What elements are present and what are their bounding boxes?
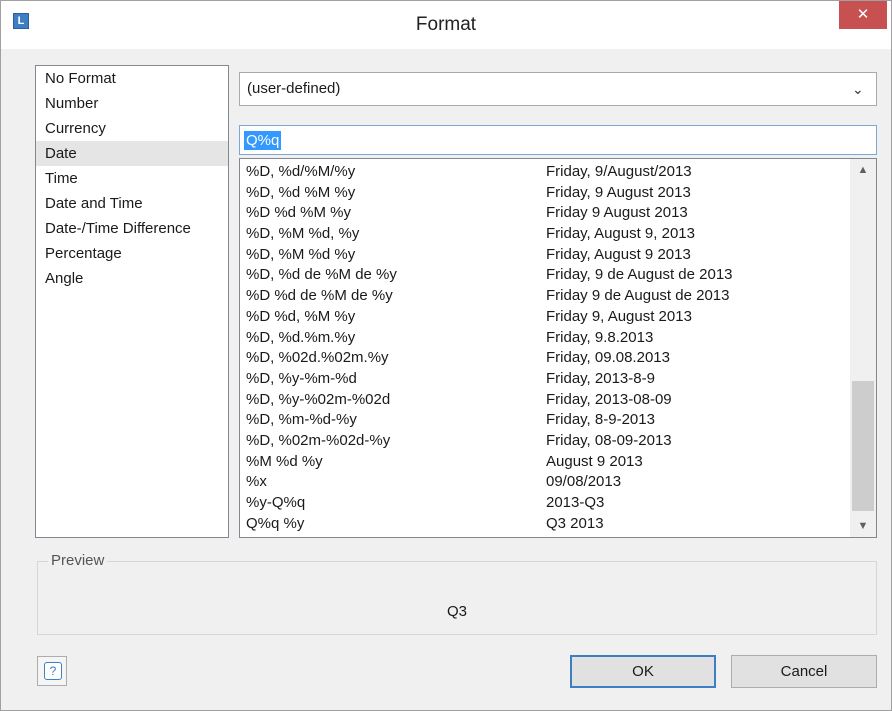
format-example: Friday, August 9, 2013 xyxy=(546,225,695,243)
format-code: %D, %d.%m.%y xyxy=(246,328,356,346)
format-example: Friday, 9 August 2013 xyxy=(546,183,691,201)
close-button[interactable]: ✕ xyxy=(839,1,887,29)
format-example: Friday, 9 de August de 2013 xyxy=(546,266,733,284)
scroll-thumb[interactable] xyxy=(852,381,874,511)
format-row[interactable]: %D, %02d.%02m.%y Friday, 09.08.2013 xyxy=(240,348,852,369)
format-code: %D, %02m-%02d-%y xyxy=(246,431,391,449)
format-row[interactable]: %D, %M %d %y Friday, August 9 2013 xyxy=(240,245,852,266)
category-item[interactable]: Date and Time xyxy=(36,191,228,216)
format-example: August 9 2013 xyxy=(546,452,643,470)
format-code: %D, %M %d, %y xyxy=(246,225,360,243)
scroll-up-arrow-icon[interactable]: ▲ xyxy=(850,159,876,181)
format-example: Friday, August 9 2013 xyxy=(546,245,691,263)
format-example: Friday, 9.8.2013 xyxy=(546,328,654,346)
preview-value: Q3 xyxy=(446,603,467,620)
format-rows: %D, %d/%M/%y Friday, 9/August/2013 %D, %d … xyxy=(240,162,852,534)
format-row[interactable]: %D, %y-%02m-%02d Friday, 2013-08-09 xyxy=(240,390,852,411)
format-row[interactable]: %D %d %M %y Friday 9 August 2013 xyxy=(240,203,852,224)
format-example: Friday 9, August 2013 xyxy=(546,307,692,325)
format-code: %D %d, %M %y xyxy=(246,307,356,325)
format-preset-value: (user-defined) xyxy=(247,80,341,97)
category-item[interactable]: Currency xyxy=(36,116,228,141)
title-bar: L Format ✕ xyxy=(1,1,891,49)
format-row[interactable]: %D, %d.%m.%y Friday, 9.8.2013 xyxy=(240,328,852,349)
format-code: %y-Q%q xyxy=(246,494,306,511)
category-item[interactable]: No Format xyxy=(36,66,228,91)
format-preset-dropdown[interactable]: (user-defined) ⌄ xyxy=(239,72,877,106)
format-row[interactable]: %D, %02m-%02d-%y Friday, 08-09-2013 xyxy=(240,431,852,452)
category-item[interactable]: Percentage xyxy=(36,241,228,266)
format-code: %D, %d de %M de %y xyxy=(246,266,397,284)
format-row[interactable]: %D, %y-%m-%d Friday, 2013-8-9 xyxy=(240,369,852,390)
format-code: %M %d %y xyxy=(246,452,323,470)
format-code: %x xyxy=(246,473,267,491)
category-item[interactable]: Time xyxy=(36,166,228,191)
format-row[interactable]: %D %d, %M %y Friday 9, August 2013 xyxy=(240,307,852,328)
format-list-scrollbar[interactable]: ▲ ▼ xyxy=(850,159,876,537)
format-code-value: Q%q xyxy=(244,131,282,150)
category-list[interactable]: No Format Number Currency Date Time Date and … xyxy=(35,65,229,538)
format-row[interactable]: %D %d de %M de %y Friday 9 de August de 2… xyxy=(240,286,852,307)
format-code: %D, %M %d %y xyxy=(246,245,356,263)
format-example: 2013-Q3 xyxy=(546,494,605,511)
format-example: Friday, 2013-08-09 xyxy=(546,390,672,408)
format-code: %D, %y-%02m-%02d xyxy=(246,390,391,408)
format-row[interactable]: %M %d %y August 9 2013 xyxy=(240,452,852,473)
format-example: Q3 2013 xyxy=(546,514,604,532)
format-row[interactable]: %D, %d de %M de %y Friday, 9 de August de… xyxy=(240,265,852,286)
format-example: Friday, 9/August/2013 xyxy=(546,163,692,180)
format-row[interactable]: %x 09/08/2013 xyxy=(240,472,852,493)
preview-group: Preview Q3 xyxy=(37,552,877,635)
format-code: %D, %d/%M/%y xyxy=(246,163,356,180)
format-row[interactable]: %D, %M %d, %y Friday, August 9, 2013 xyxy=(240,224,852,245)
format-example: Friday 9 August 2013 xyxy=(546,204,688,222)
cancel-button[interactable]: Cancel xyxy=(731,655,877,688)
help-icon: ? xyxy=(44,662,62,680)
format-list[interactable]: %D, %d/%M/%y Friday, 9/August/2013 %D, %d … xyxy=(239,158,877,538)
format-row[interactable]: %D, %d %M %y Friday, 9 August 2013 xyxy=(240,183,852,204)
format-example: Friday, 8-9-2013 xyxy=(546,411,655,429)
format-example: Friday, 09.08.2013 xyxy=(546,349,670,367)
format-example: Friday 9 de August de 2013 xyxy=(546,287,730,305)
format-row[interactable]: %D, %d/%M/%y Friday, 9/August/2013 xyxy=(240,162,852,183)
category-item[interactable]: Number xyxy=(36,91,228,116)
format-example: Friday, 08-09-2013 xyxy=(546,431,672,449)
format-example: Friday, 2013-8-9 xyxy=(546,369,655,387)
dialog-title: Format xyxy=(415,14,477,35)
format-code: Q%q %y xyxy=(246,514,305,532)
format-row[interactable]: %y-Q%q 2013-Q3 xyxy=(240,493,852,514)
format-example: 09/08/2013 xyxy=(546,473,622,491)
format-row[interactable]: Q%q %y Q3 2013 xyxy=(240,514,852,535)
category-item[interactable]: Date xyxy=(36,141,228,166)
category-item[interactable]: Date-/Time Difference xyxy=(36,216,228,241)
category-item[interactable]: Angle xyxy=(36,266,228,291)
format-code-input[interactable]: Q%q xyxy=(239,125,877,155)
format-code: %D, %02d.%02m.%y xyxy=(246,349,389,367)
format-dialog: L Format ✕ No Format Number Currency Date Ti… xyxy=(0,0,892,711)
format-code: %D, %m-%d-%y xyxy=(246,411,357,429)
chevron-down-icon: ⌄ xyxy=(852,81,864,97)
scroll-down-arrow-icon[interactable]: ▼ xyxy=(850,515,876,537)
ok-button[interactable]: OK xyxy=(570,655,716,688)
help-button[interactable]: ? xyxy=(37,656,67,686)
format-row[interactable]: %D, %m-%d-%y Friday, 8-9-2013 xyxy=(240,410,852,431)
format-code: %D, %y-%m-%d xyxy=(246,369,357,387)
format-code: %D %d de %M de %y xyxy=(246,287,393,305)
format-code: %D %d %M %y xyxy=(246,204,352,222)
format-code: %D, %d %M %y xyxy=(246,183,356,201)
